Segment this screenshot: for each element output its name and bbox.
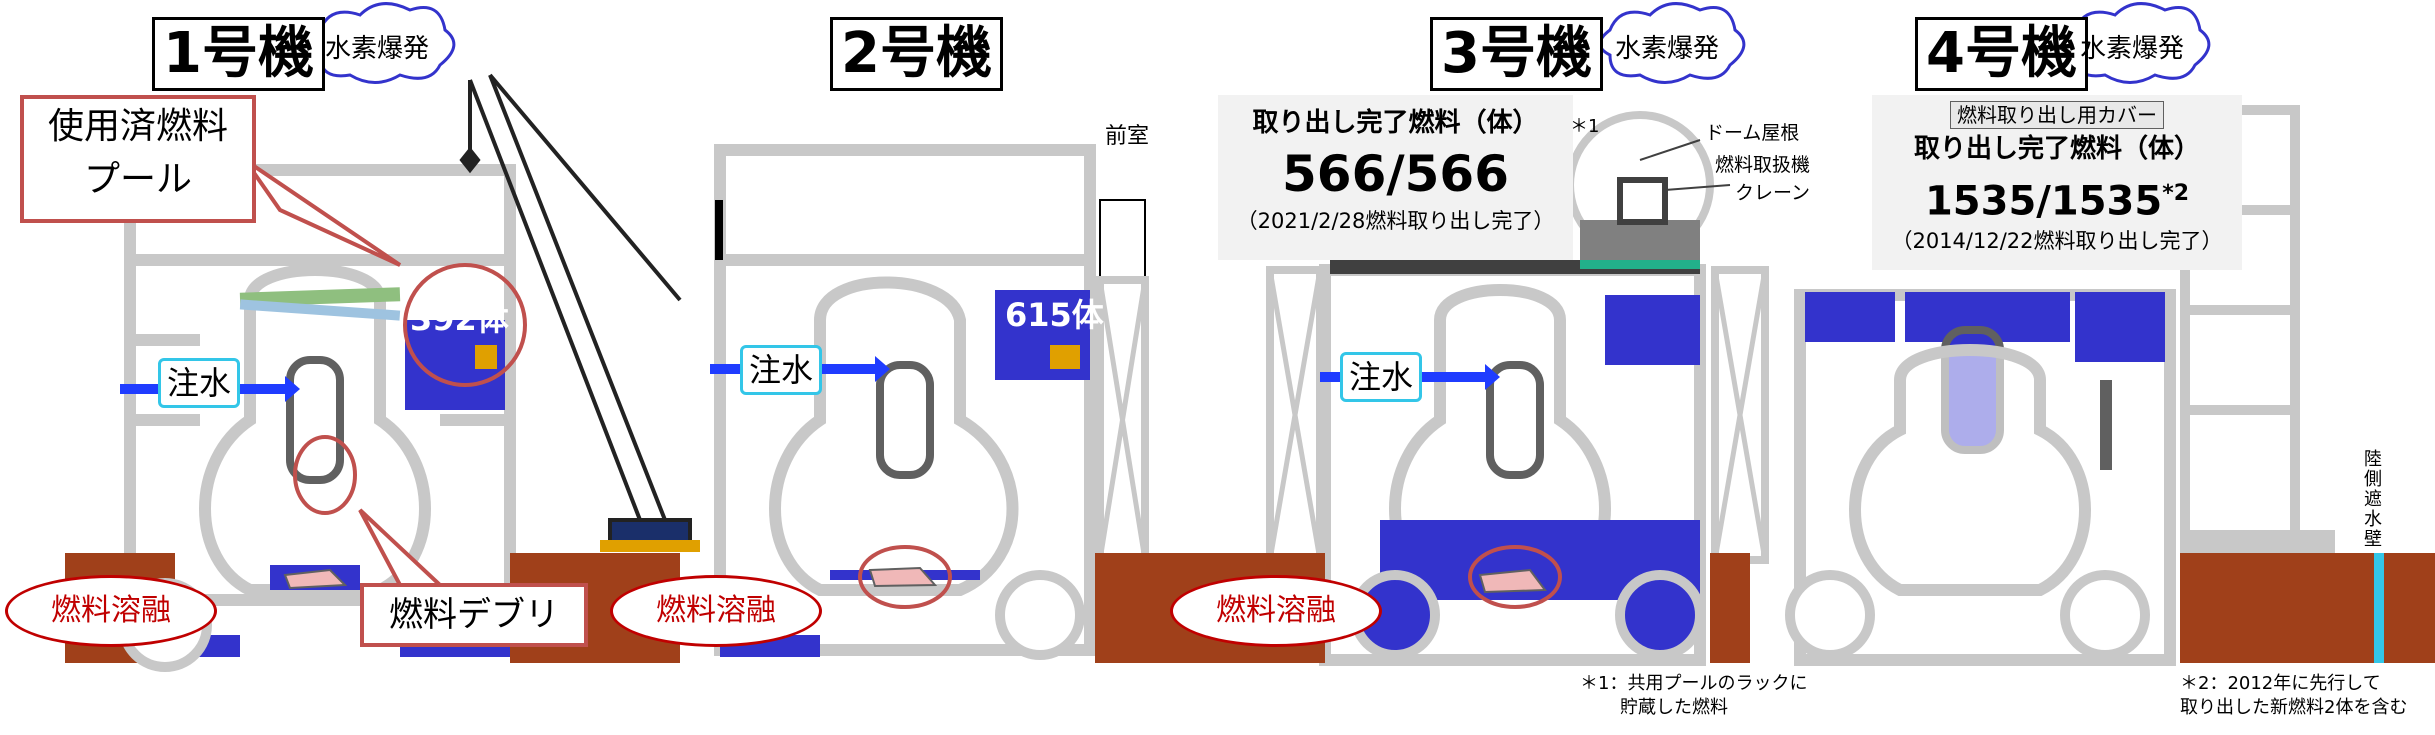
unit4-removed-date: （2014/12/22燃料取り出し完了） [1891,229,2223,254]
unit3-footnote-line1: ＊1：共用プールのラックに [1580,673,1808,694]
unit4-removed-fuel-box: 燃料取り出し用カバー 取り出し完了燃料（体） 1535/1535*2 （2014… [1872,95,2242,270]
unit4-removed-mark: *2 [2162,181,2190,206]
spent-pool-line2: プール [83,159,192,200]
unit4-footnote-line2: 取り出した新燃料2体を含む [2180,697,2408,718]
unit1-title: 1号機 [152,17,325,91]
unit3-melt-label: 燃料溶融 [1170,575,1382,647]
unit3-event-label: 水素爆発 [1615,34,1720,64]
unit3-removed-title: 取り出し完了燃料（体） [1218,103,1573,143]
unit2-anteroom-label: 前室 [1105,124,1150,149]
unit3-footnote: ＊1：共用プールのラックに 貯蔵した燃料 [1580,672,1807,720]
unit1-melt-label: 燃料溶融 [5,575,217,647]
unit4-removed-title: 取り出し完了燃料（体） [1913,134,2200,164]
unit3-removed-value: 566/566 [1281,145,1509,203]
unit4-event-label: 水素爆発 [2080,34,2185,64]
unit4-removed-value-row: 1535/1535*2 [1872,169,2242,226]
unit3-removed-fuel-box: 取り出し完了燃料（体） 566/566 （2021/2/28燃料取り出し完了） [1218,95,1573,260]
unit3-crane-label: クレーン [1735,182,1811,204]
seawall-char-5: 壁 [2364,529,2382,550]
unit1-event-label: 水素爆発 [325,34,430,64]
unit3-injection-label: 注水 [1340,352,1423,402]
unit3-footnote-line2: 貯蔵した燃料 [1620,697,1728,718]
seawall-char-2: 側 [2364,469,2382,490]
unit3-removed-title-text: 取り出し完了燃料（体） [1252,108,1539,138]
seawall-char-3: 遮 [2364,489,2382,510]
spent-pool-callout: 使用済燃料 プール [20,95,256,223]
unit4-footnote: ＊2：2012年に先行して 取り出した新燃料2体を含む [2180,672,2407,720]
unit3-removed-date: （2021/2/28燃料取り出し完了） [1236,209,1555,233]
seawall-label: 陸 側 遮 水 壁 [2362,450,2384,550]
unit1-injection-label: 注水 [158,358,241,408]
spent-pool-line1: 使用済燃料 [47,106,228,147]
unit2-injection-label: 注水 [740,345,823,395]
reactor-status-diagram: 1号機 2号機 3号機 4号機 水素爆発 水素爆発 水素爆発 使用済燃料 プール… [0,0,2435,735]
unit3-removed-mark: ＊1 [1570,116,1600,137]
unit3-title: 3号機 [1430,17,1603,91]
unit2-pool-count: 615体 [1005,296,1104,334]
unit4-cover-label: 燃料取り出し用カバー [1950,101,2164,129]
unit4-removed-value: 1535/1535 [1924,178,2163,225]
unit2-melt-label: 燃料溶融 [610,575,822,647]
debris-callout: 燃料デブリ [360,583,588,647]
unit1-pool-count: 392体 [410,300,509,338]
unit2-title: 2号機 [830,17,1003,91]
unit3-dome-roof-label: ドーム屋根 [1705,122,1800,144]
seawall-char-4: 水 [2364,509,2382,530]
seawall-char-1: 陸 [2364,449,2382,470]
unit4-footnote-line1: ＊2：2012年に先行して [2180,673,2381,694]
unit4-title: 4号機 [1915,17,2088,91]
unit3-fuel-handling-label: 燃料取扱機 [1715,154,1811,176]
